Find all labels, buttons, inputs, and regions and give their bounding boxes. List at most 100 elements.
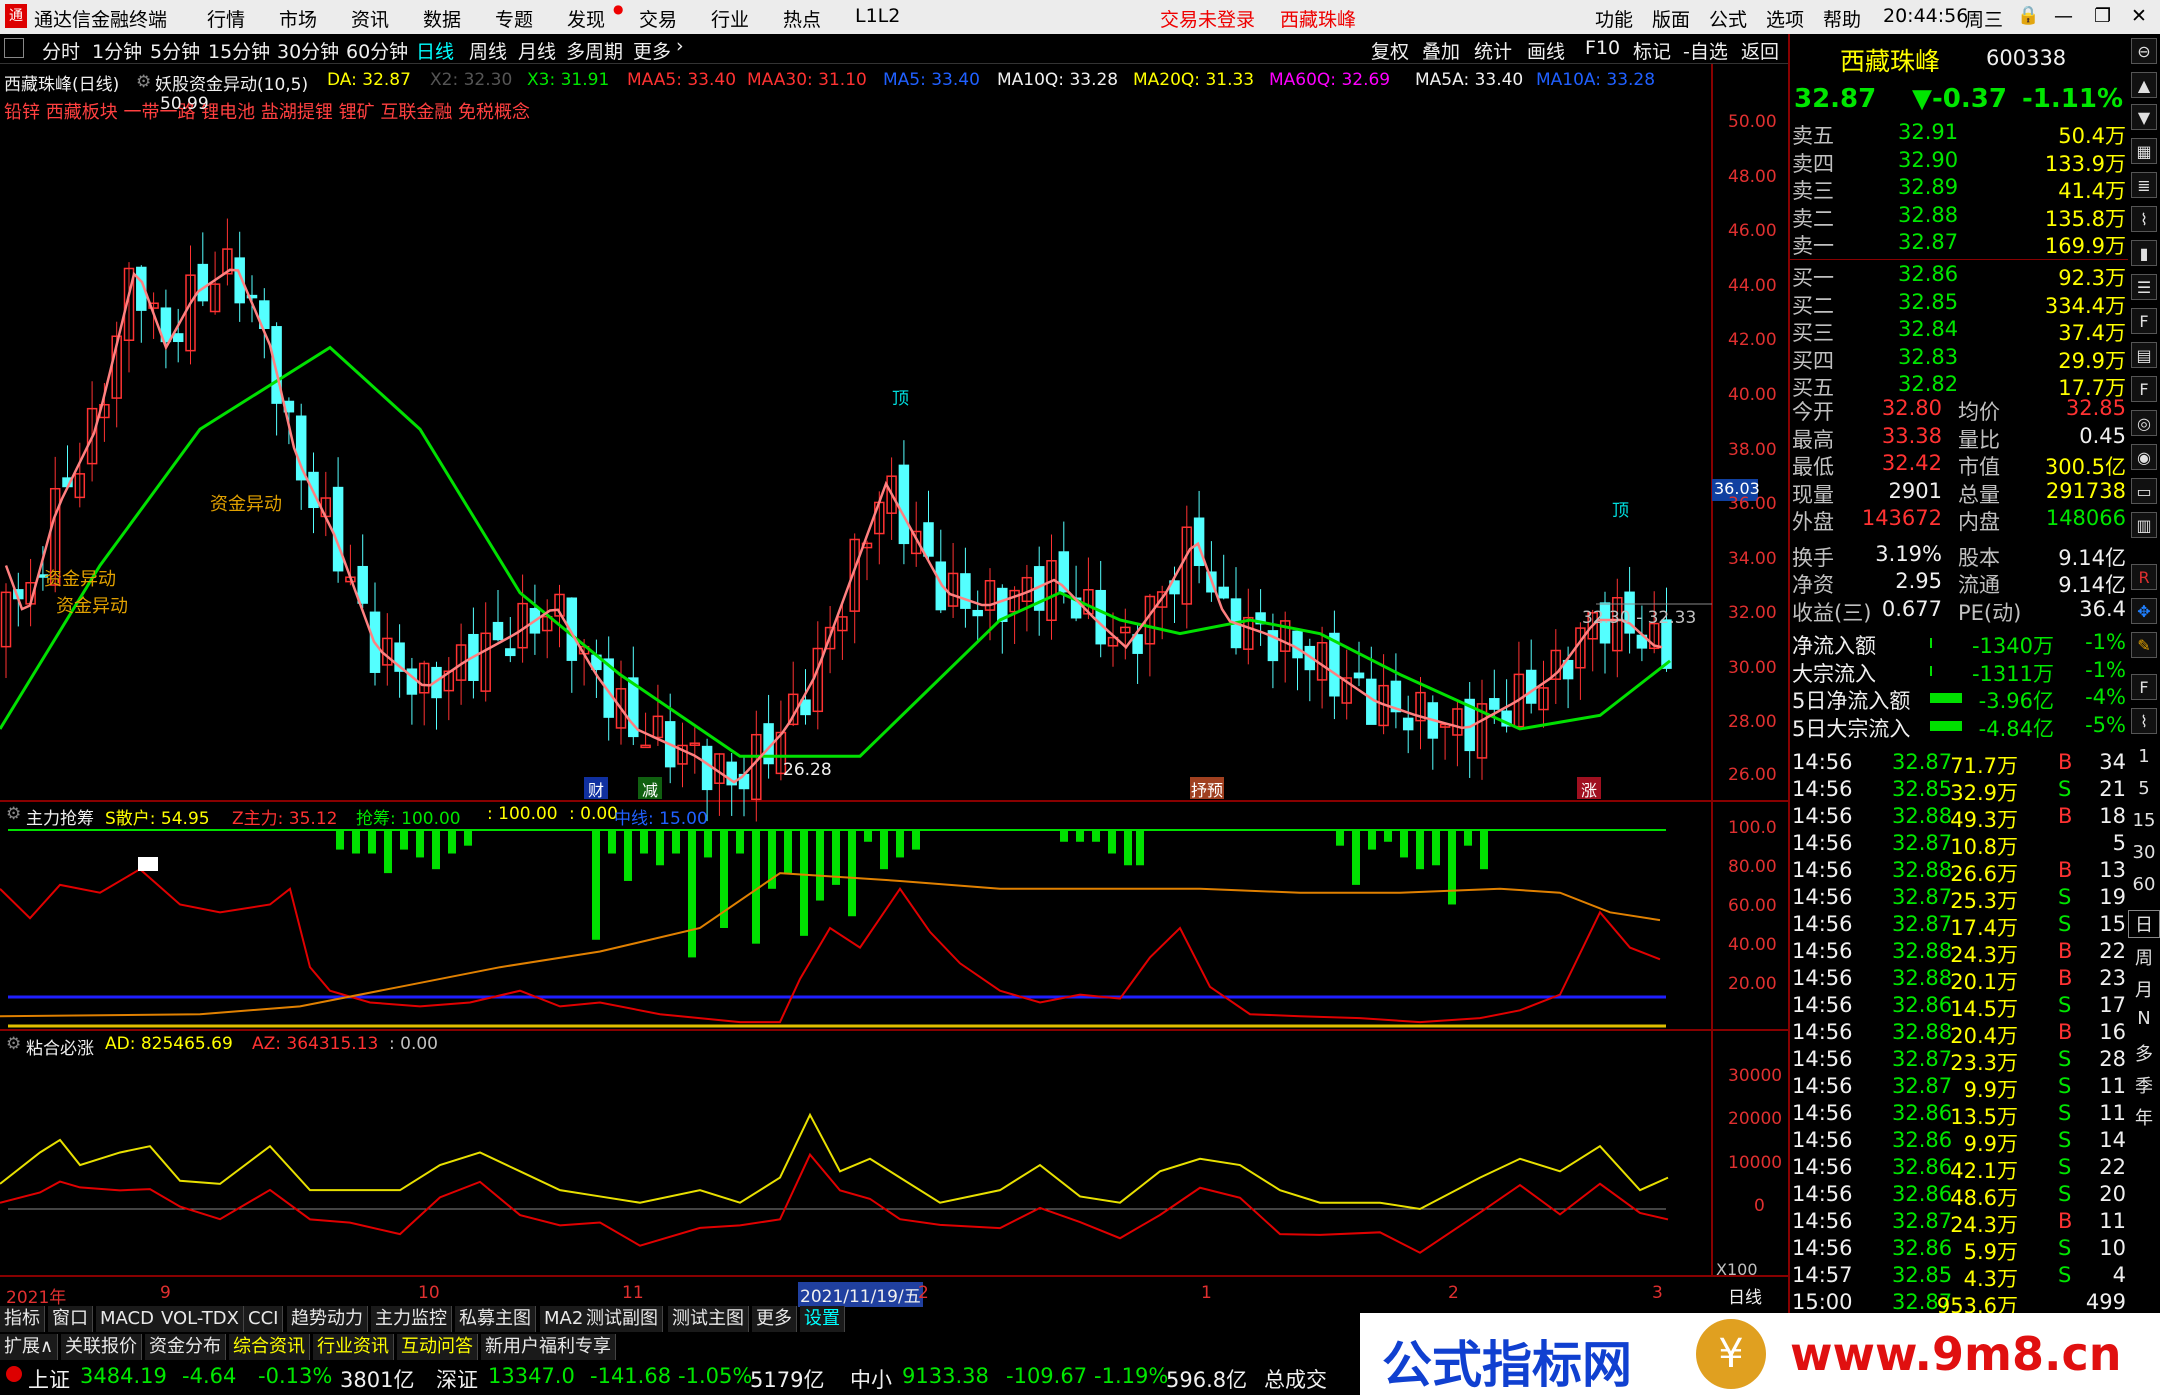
period-tab-month[interactable]: 月线 bbox=[518, 37, 556, 64]
target-icon[interactable]: ◉ bbox=[2131, 444, 2157, 470]
period-week-label[interactable]: 周 bbox=[2128, 944, 2160, 970]
menu-jiaoyi[interactable]: 交易 bbox=[639, 5, 677, 32]
period-5-label[interactable]: 5 bbox=[2128, 778, 2160, 799]
menu-zhuanti[interactable]: 专题 bbox=[495, 5, 533, 32]
period-tab-60min[interactable]: 60分钟 bbox=[346, 37, 408, 64]
event-tag-cai[interactable]: 财 bbox=[584, 777, 608, 800]
menu-faxian[interactable]: 发现 bbox=[567, 5, 605, 32]
bar-chart-icon[interactable]: ▮ bbox=[2131, 240, 2157, 266]
menu-l1l2[interactable]: L1L2 bbox=[855, 5, 900, 27]
period-tab-30min[interactable]: 30分钟 bbox=[277, 37, 339, 64]
monitor-icon[interactable]: ▭ bbox=[2131, 478, 2157, 504]
f2-icon[interactable]: F bbox=[2131, 376, 2157, 402]
tab-related-quotes[interactable]: 关联报价 bbox=[61, 1334, 142, 1360]
table-icon[interactable]: ☰ bbox=[2131, 274, 2157, 300]
fin-icon[interactable]: F bbox=[2131, 308, 2157, 334]
period-multi-label[interactable]: 多 bbox=[2128, 1040, 2160, 1066]
tool-diejia[interactable]: 叠加 bbox=[1422, 37, 1460, 64]
period-n-label[interactable]: N bbox=[2128, 1008, 2160, 1029]
tab-qushi[interactable]: 趋势动力 bbox=[287, 1306, 368, 1332]
period-30-label[interactable]: 30 bbox=[2128, 842, 2160, 863]
tab-macd[interactable]: MACD bbox=[96, 1306, 159, 1332]
move-icon[interactable]: ✥ bbox=[2131, 598, 2157, 624]
collapse-icon[interactable]: ⊖ bbox=[2131, 38, 2157, 64]
restore-icon[interactable]: ❐ bbox=[2094, 5, 2111, 27]
period-tab-more[interactable]: 更多 bbox=[633, 37, 671, 64]
ask-row[interactable]: 卖一 32.87 169.9万 bbox=[1790, 230, 2130, 258]
tab-zhibiao[interactable]: 指标 bbox=[0, 1306, 45, 1332]
chart-icon[interactable]: ⌇ bbox=[2131, 206, 2157, 232]
grid-icon[interactable]: ▦ bbox=[2131, 138, 2157, 164]
arrow-up-icon[interactable]: ▲ bbox=[2131, 72, 2157, 98]
zx-index-name[interactable]: 中小 bbox=[850, 1364, 892, 1394]
menu-hangqing[interactable]: 行情 bbox=[207, 5, 245, 32]
login-status[interactable]: 交易未登录 bbox=[1160, 5, 1255, 32]
arrow-down-icon[interactable]: ▼ bbox=[2131, 104, 2157, 130]
event-tag-jian[interactable]: 减 bbox=[638, 777, 662, 800]
bid-row[interactable]: 买二 32.85 334.4万 bbox=[1790, 290, 2130, 318]
cog-icon[interactable]: ◎ bbox=[2131, 410, 2157, 436]
menu-redian[interactable]: 热点 bbox=[783, 5, 821, 32]
panel3-settings-icon[interactable]: ⚙ bbox=[6, 1034, 21, 1054]
period-1-label[interactable]: 1 bbox=[2128, 746, 2160, 767]
bid-row[interactable]: 买五 32.82 17.7万 bbox=[1790, 372, 2130, 400]
doc2-icon[interactable]: ▥ bbox=[2131, 512, 2157, 538]
event-tag-zhang[interactable]: 涨 bbox=[1577, 777, 1601, 800]
ask-row[interactable]: 卖三 32.89 41.4万 bbox=[1790, 175, 2130, 203]
tab-news[interactable]: 综合资讯 bbox=[229, 1334, 310, 1360]
kline-chart-area[interactable] bbox=[0, 64, 1788, 1304]
pen-icon[interactable]: ✎ bbox=[2131, 632, 2157, 658]
period-tab-multi[interactable]: 多周期 bbox=[566, 37, 623, 64]
tool-fuquan[interactable]: 复权 bbox=[1371, 37, 1409, 64]
event-tag-yuce[interactable]: 抒预 bbox=[1190, 777, 1224, 800]
rsi-icon[interactable]: R bbox=[2131, 564, 2157, 590]
chart2-icon[interactable]: ⌇ bbox=[2131, 708, 2157, 734]
tab-expand[interactable]: 扩展∧ bbox=[0, 1334, 59, 1360]
tab-cci[interactable]: CCI bbox=[244, 1306, 284, 1332]
tab-zhuli-jiankong[interactable]: 主力监控 bbox=[371, 1306, 452, 1332]
tool-f10[interactable]: F10 bbox=[1585, 37, 1620, 59]
menu-bangzhu[interactable]: 帮助 bbox=[1823, 5, 1861, 32]
ask-row[interactable]: 卖五 32.91 50.4万 bbox=[1790, 120, 2130, 148]
tab-fund-dist[interactable]: 资金分布 bbox=[145, 1334, 226, 1360]
period-tab-15min[interactable]: 15分钟 bbox=[208, 37, 270, 64]
indicator-settings-icon[interactable]: ⚙ bbox=[136, 72, 151, 92]
bid-row[interactable]: 买一 32.86 92.3万 bbox=[1790, 262, 2130, 290]
tab-settings[interactable]: 设置 bbox=[800, 1306, 845, 1332]
period-month-label[interactable]: 月 bbox=[2128, 976, 2160, 1002]
minimize-icon[interactable]: — bbox=[2054, 5, 2073, 27]
menu-shuju[interactable]: 数据 bbox=[423, 5, 461, 32]
period-quarter-label[interactable]: 季 bbox=[2128, 1072, 2160, 1098]
tool-tongji[interactable]: 统计 bbox=[1474, 37, 1512, 64]
period-day-label[interactable]: 日 bbox=[2128, 910, 2160, 938]
tool-biaoji[interactable]: 标记 bbox=[1633, 37, 1671, 64]
tab-industry-news[interactable]: 行业资讯 bbox=[313, 1334, 394, 1360]
doc-icon[interactable]: ▤ bbox=[2131, 342, 2157, 368]
fs-icon[interactable]: F bbox=[2131, 674, 2157, 700]
menu-zixun[interactable]: 资讯 bbox=[351, 5, 389, 32]
period-tab-day[interactable]: 日线 bbox=[416, 37, 454, 64]
tool-huaxian[interactable]: 画线 bbox=[1527, 37, 1565, 64]
tab-ceshi-fu[interactable]: 测试副图 bbox=[582, 1306, 663, 1332]
period-60-label[interactable]: 60 bbox=[2128, 874, 2160, 895]
tab-new-user[interactable]: 新用户福利专享 bbox=[481, 1334, 616, 1360]
tab-qa[interactable]: 互动问答 bbox=[397, 1334, 478, 1360]
tab-chuangkou[interactable]: 窗口 bbox=[48, 1306, 93, 1332]
period-tab-week[interactable]: 周线 bbox=[469, 37, 507, 64]
period-tab-1min[interactable]: 1分钟 bbox=[92, 37, 142, 64]
menu-banmian[interactable]: 版面 bbox=[1652, 5, 1690, 32]
menu-hangye[interactable]: 行业 bbox=[711, 5, 749, 32]
panel2-settings-icon[interactable]: ⚙ bbox=[6, 804, 21, 824]
lock-icon[interactable]: 🔒 bbox=[2017, 5, 2039, 26]
bid-row[interactable]: 买四 32.83 29.9万 bbox=[1790, 345, 2130, 373]
sz-index-name[interactable]: 深证 bbox=[436, 1364, 478, 1394]
tab-vol-tdx[interactable]: VOL-TDX bbox=[157, 1306, 244, 1332]
period-tab-fenshi[interactable]: 分时 bbox=[42, 37, 80, 64]
period-15-label[interactable]: 15 bbox=[2128, 810, 2160, 831]
ask-row[interactable]: 卖二 32.88 135.8万 bbox=[1790, 203, 2130, 231]
menu-shichang[interactable]: 市场 bbox=[279, 5, 317, 32]
period-tab-5min[interactable]: 5分钟 bbox=[150, 37, 200, 64]
ask-row[interactable]: 卖四 32.90 133.9万 bbox=[1790, 148, 2130, 176]
close-icon[interactable]: ✕ bbox=[2131, 5, 2147, 27]
tab-ceshi-zhu[interactable]: 测试主图 bbox=[668, 1306, 749, 1332]
